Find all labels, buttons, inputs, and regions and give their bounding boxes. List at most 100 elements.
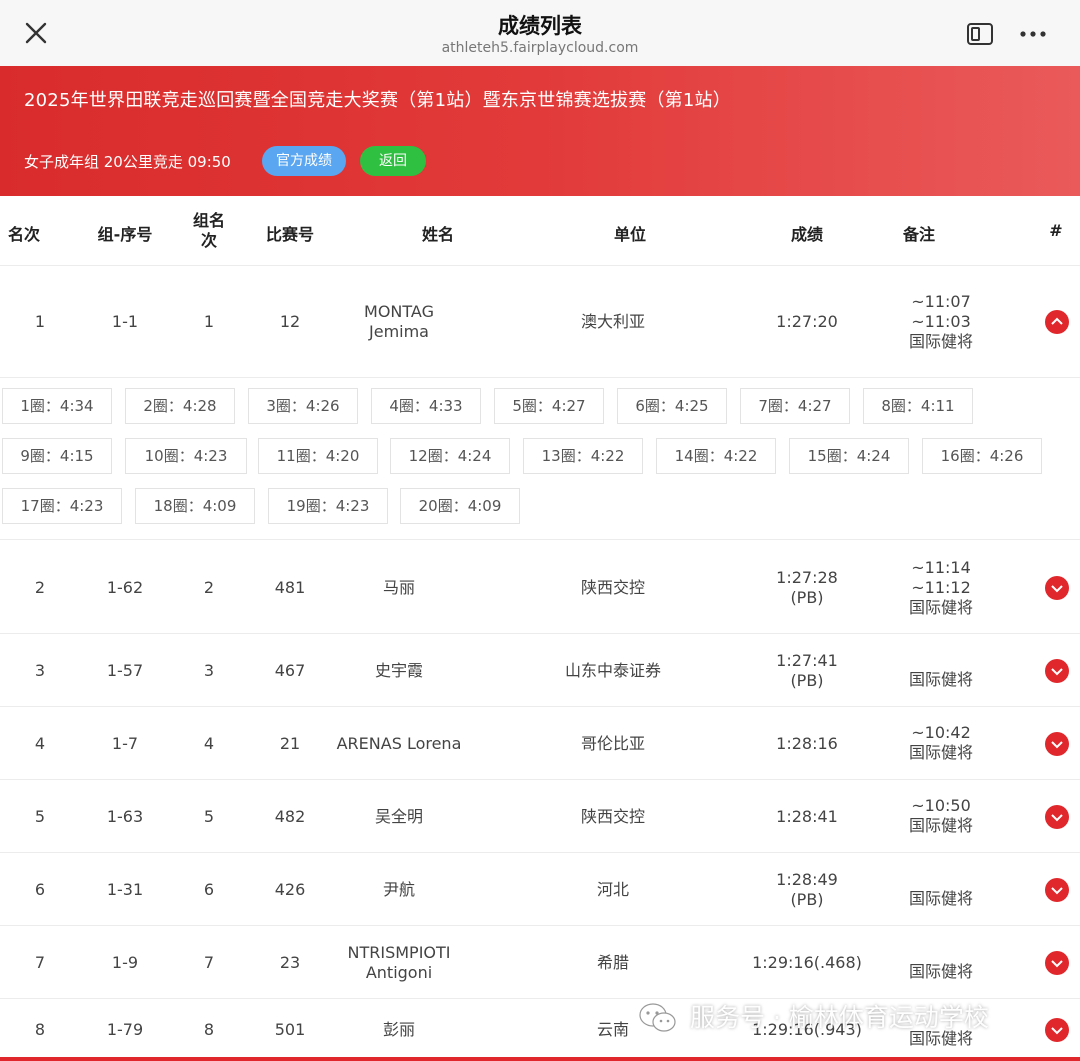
remark-line1: ~10:50 (911, 795, 971, 815)
split-view-icon[interactable] (966, 22, 994, 46)
lap-split: 11圈：4:20 (258, 438, 378, 474)
cell-unit: 澳大利亚 (540, 312, 686, 332)
cell-result: 1:28:16 (742, 734, 872, 754)
group-seq-value: 1-1 (111, 312, 139, 331)
lap-split: 6圈：4:25 (617, 388, 727, 424)
cell-group-rank: 2 (185, 578, 233, 598)
col-group-rank-line2: 次 (200, 231, 217, 250)
group-rank-value: 1 (203, 312, 215, 331)
cell-unit: 陕西交控 (540, 578, 686, 598)
lap-split: 3圈：4:26 (248, 388, 358, 424)
unit-value: 河北 (596, 879, 629, 899)
page-title: 成绩列表 (498, 14, 582, 38)
cell-group-seq: 1-31 (84, 880, 166, 900)
athlete-name: NTRISMPIOTI (347, 942, 451, 962)
chevron-toggle-icon[interactable] (1045, 950, 1069, 975)
col-name: 姓名 (421, 225, 454, 244)
cell-name: 尹航 (318, 880, 480, 900)
cell-name: 吴全明 (318, 807, 480, 827)
col-hash: # (1049, 221, 1063, 240)
chevron-toggle-icon[interactable] (1045, 804, 1069, 829)
unit-value: 陕西交控 (580, 806, 645, 826)
athlete-name-line2: Jemima (369, 322, 429, 341)
cell-result: 1:27:28 (PB) (742, 568, 872, 608)
chevron-toggle-icon[interactable] (1045, 877, 1069, 902)
cell-result: 1:27:20 (742, 312, 872, 332)
official-results-button[interactable]: 官方成绩 (262, 146, 346, 176)
table-row[interactable]: 1 1-1 1 12 MONTAG Jemima 澳大利亚 1:27:20 ~11:07 ~11:… (0, 266, 1080, 378)
result-value: 1:27:20 (776, 312, 838, 331)
lap-split: 16圈：4:26 (922, 438, 1042, 474)
col-unit: 单位 (613, 225, 646, 244)
cell-rank: 7 (4, 953, 76, 973)
group-rank-value: 5 (203, 806, 215, 826)
cell-result: 1:28:49 (PB) (742, 870, 872, 910)
athlete-name: ARENAS Lorena (336, 733, 462, 753)
athlete-name: 彭丽 (382, 1020, 415, 1039)
col-rank: 名次 (7, 225, 40, 244)
group-rank-value: 8 (203, 1020, 215, 1039)
back-button[interactable]: 返回 (360, 146, 426, 176)
cell-rank: 2 (4, 578, 76, 598)
col-group-seq: 组-序号 (97, 225, 153, 244)
cell-bib: 482 (258, 807, 322, 827)
cell-group-seq: 1-79 (84, 1020, 166, 1040)
cell-bib: 21 (258, 734, 322, 754)
bib-value: 12 (279, 312, 301, 331)
result-value: 1:27:28 (776, 568, 838, 587)
remark-line3: 国际健将 (908, 742, 973, 762)
cell-remark: ~11:07 ~11:03 国际健将 (880, 292, 1002, 352)
table-row[interactable]: 4 1-7 4 21 ARENAS Lorena 哥伦比亚 1:28:16 ~10:42 国际健… (0, 707, 1080, 780)
table-row[interactable]: 6 1-31 6 426 尹航 河北 1:28:49 (PB) 国际健将 (0, 853, 1080, 926)
group-seq-value: 1-9 (111, 952, 139, 972)
cell-remark: ~10:50 国际健将 (880, 796, 1002, 836)
table-row[interactable]: 3 1-57 3 467 史宇霞 山东中泰证券 1:27:41 (PB) 国际健将 (0, 634, 1080, 707)
cell-name: NTRISMPIOTI Antigoni (318, 943, 480, 983)
cell-unit: 陕西交控 (540, 807, 686, 827)
cell-group-seq: 1-62 (84, 578, 166, 598)
chevron-toggle-icon[interactable] (1045, 731, 1069, 756)
cell-unit: 河北 (540, 880, 686, 900)
remark-line1: ~11:07 (911, 292, 971, 311)
bib-value: 482 (274, 806, 306, 826)
event-subtitle: 女子成年组 20公里竞走 09:50 (24, 153, 231, 171)
table-row[interactable]: 2 1-62 2 481 马丽 陕西交控 1:27:28 (PB) ~11:14 ~11:12 国际… (0, 542, 1080, 634)
lap-split: 17圈：4:23 (2, 488, 122, 524)
chevron-toggle-icon[interactable] (1045, 576, 1069, 600)
browser-topbar: 成绩列表 athleteh5.fairplaycloud.com (0, 0, 1080, 66)
cell-name: 史宇霞 (318, 661, 480, 681)
result-value: 1:28:49 (776, 869, 838, 889)
cell-rank: 4 (4, 734, 76, 754)
cell-name: 彭丽 (318, 1020, 480, 1040)
chevron-toggle-icon[interactable] (1045, 658, 1069, 683)
bib-value: 501 (274, 1020, 306, 1039)
rank-value: 3 (34, 660, 46, 680)
lap-split: 1圈：4:34 (2, 388, 112, 424)
remark-line1 (880, 650, 1002, 670)
unit-value: 希腊 (596, 952, 629, 972)
remark-line1 (880, 869, 1002, 889)
chevron-toggle-icon[interactable] (1045, 1018, 1069, 1042)
bib-value: 467 (274, 660, 306, 680)
remark-line3: 国际健将 (908, 669, 973, 689)
chevron-toggle-icon[interactable] (1045, 310, 1069, 334)
result-pb: (PB) (790, 889, 824, 909)
cell-result: 1:29:16(.468) (742, 953, 872, 973)
col-group-rank: 组名 次 (185, 211, 233, 251)
group-rank-value: 6 (203, 879, 215, 899)
remark-line3: 国际健将 (908, 815, 973, 835)
lap-split: 15圈：4:24 (789, 438, 909, 474)
event-banner: 2025年世界田联竞走巡回赛暨全国竞走大奖赛（第1站）暨东京世锦赛选拔赛（第1站… (0, 66, 1080, 196)
table-row[interactable]: 7 1-9 7 23 NTRISMPIOTI Antigoni 希腊 1:29:16(.468… (0, 926, 1080, 999)
more-icon[interactable] (1018, 22, 1048, 46)
remark-line3: 国际健将 (908, 961, 973, 981)
athlete-name: 马丽 (382, 578, 415, 597)
rank-value: 6 (34, 879, 46, 899)
table-row[interactable]: 5 1-63 5 482 吴全明 陕西交控 1:28:41 ~10:50 国际健将 (0, 780, 1080, 853)
lap-split: 12圈：4:24 (390, 438, 510, 474)
col-bib: 比赛号 (265, 225, 314, 244)
cell-unit: 哥伦比亚 (540, 734, 686, 754)
athlete-name: 吴全明 (374, 806, 423, 826)
rank-value: 8 (34, 1020, 46, 1039)
cell-remark: ~11:14 ~11:12 国际健将 (880, 558, 1002, 618)
